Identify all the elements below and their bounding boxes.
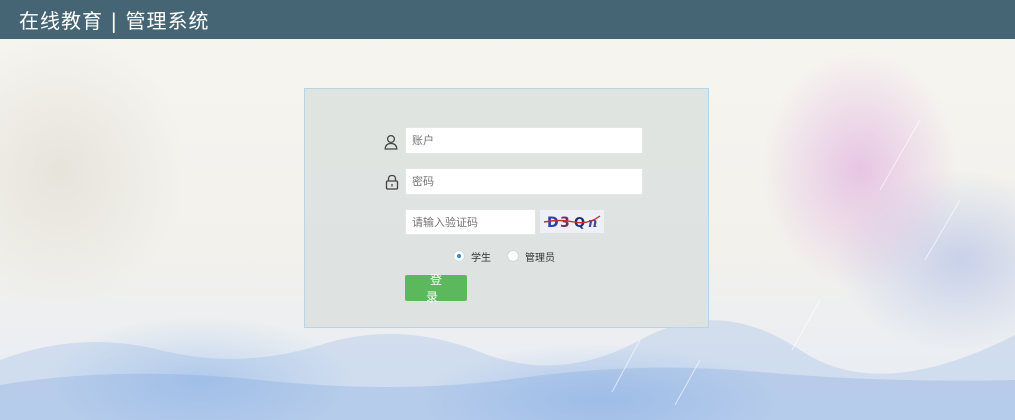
captcha-input[interactable]: [405, 209, 536, 235]
login-button[interactable]: 登 录: [405, 273, 467, 304]
svg-text:D: D: [547, 215, 559, 231]
page-title: 在线教育 | 管理系统: [19, 9, 210, 33]
top-header-bar: 在线教育 | 管理系统: [0, 0, 1015, 39]
role-selector: 学生 管理员: [453, 249, 571, 264]
lock-icon: [385, 174, 399, 190]
user-icon: [384, 134, 398, 150]
radio-student-label[interactable]: 学生: [471, 249, 491, 264]
account-input[interactable]: [405, 127, 643, 154]
radio-admin[interactable]: [507, 250, 519, 262]
radio-student[interactable]: [453, 250, 465, 262]
radio-admin-label[interactable]: 管理员: [525, 249, 555, 264]
login-panel: D 3 Q n 学生 管理员 登 录: [304, 88, 709, 328]
svg-text:Q: Q: [574, 216, 585, 231]
svg-text:3: 3: [560, 215, 570, 231]
password-input[interactable]: [405, 168, 643, 195]
captcha-image[interactable]: D 3 Q n: [540, 210, 604, 233]
